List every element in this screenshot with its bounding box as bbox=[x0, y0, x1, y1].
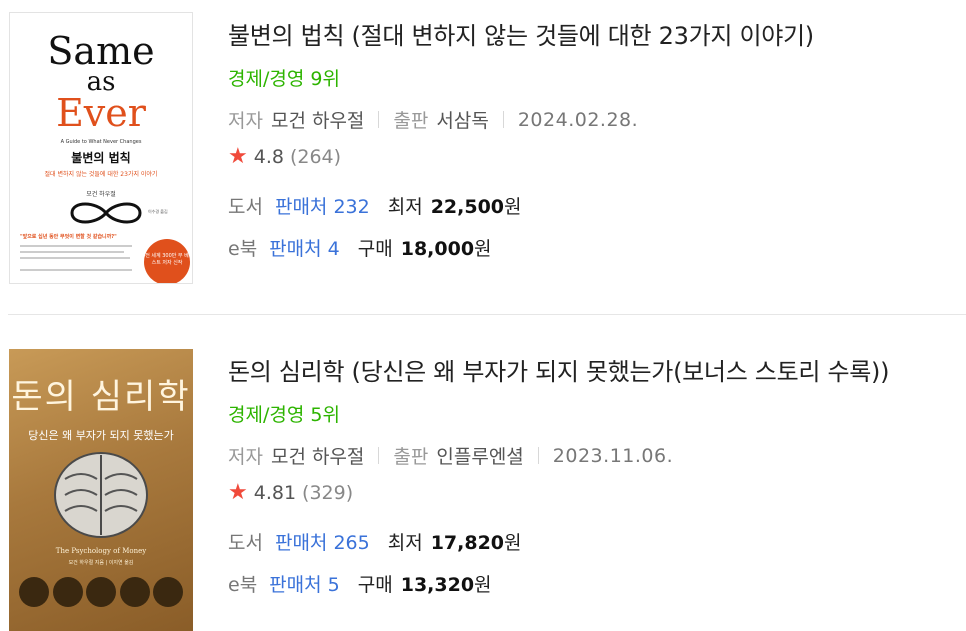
publish-date: 2024.02.28. bbox=[517, 108, 639, 131]
cover-badge: 전 세계 300만 부 베스트 저자 신작 bbox=[144, 239, 190, 283]
price-unit: 원 bbox=[474, 574, 492, 596]
meta-divider bbox=[378, 447, 380, 464]
price-value: 22,500 bbox=[430, 196, 505, 218]
category-rank-link[interactable]: 경제/경영 9위 bbox=[228, 64, 340, 91]
author-label: 저자 bbox=[228, 110, 263, 132]
author-name: 모건 하우절 bbox=[270, 110, 365, 132]
cover-text-block bbox=[20, 269, 132, 271]
star-icon: ★ bbox=[228, 480, 248, 505]
price-value: 18,000 bbox=[400, 238, 475, 260]
price-value: 17,820 bbox=[430, 532, 505, 554]
meta-divider bbox=[502, 111, 504, 128]
meta-divider bbox=[537, 447, 539, 464]
book-meta: 저자 모건 하우절 출판 서삼독 2024.02.28. bbox=[228, 106, 638, 133]
cover-en-title: The Psychology of Money bbox=[55, 547, 147, 555]
cover-ko-subtitle: 당신은 왜 부자가 되지 못했는가 bbox=[28, 429, 174, 442]
price-label: 최저 bbox=[387, 196, 423, 218]
price-label: 구매 bbox=[357, 238, 393, 260]
price-unit: 원 bbox=[504, 196, 522, 218]
cover-ko-title: 불변의 법칙 bbox=[71, 151, 131, 165]
cover-quote: "앞으로 십년 동안 무엇이 변할 것 같습니까?" bbox=[20, 234, 117, 240]
cover-title-line: Ever bbox=[56, 91, 146, 135]
sellers-link[interactable]: 판매처 265 bbox=[275, 528, 370, 555]
publisher-name: 인플루엔셜 bbox=[436, 446, 524, 468]
format-label: e북 bbox=[228, 238, 258, 260]
cover-badge bbox=[19, 577, 49, 607]
rating-score: 4.8 bbox=[253, 145, 284, 168]
cover-text-block bbox=[20, 245, 132, 247]
cover-badges bbox=[19, 577, 183, 607]
publisher-label: 출판 bbox=[393, 446, 429, 468]
print-price-row: 도서 판매처 265 최저 17,820 원 bbox=[228, 528, 522, 555]
star-icon: ★ bbox=[228, 144, 248, 169]
book-cover[interactable]: Same as Ever A Guide to What Never Chang… bbox=[9, 12, 193, 284]
cover-badge bbox=[86, 577, 116, 607]
category-rank-link[interactable]: 경제/경영 5위 bbox=[228, 400, 340, 427]
cover-text-block bbox=[20, 257, 130, 259]
rating: ★ 4.81 (329) bbox=[228, 480, 353, 505]
format-label: 도서 bbox=[228, 196, 263, 218]
price-unit: 원 bbox=[504, 532, 522, 554]
book-title-link[interactable]: 불변의 법칙 (절대 변하지 않는 것들에 대한 23가지 이야기) bbox=[228, 16, 814, 51]
rating: ★ 4.8 (264) bbox=[228, 144, 341, 169]
book-result-list: Same as Ever A Guide to What Never Chang… bbox=[0, 0, 966, 631]
book-cover[interactable]: 돈의 심리학 당신은 왜 부자가 되지 못했는가 The Psychology … bbox=[9, 349, 193, 631]
price-label: 최저 bbox=[387, 532, 423, 554]
meta-divider bbox=[378, 111, 380, 128]
sellers-link[interactable]: 판매처 4 bbox=[269, 234, 340, 261]
format-label: e북 bbox=[228, 574, 258, 596]
cover-badge bbox=[119, 577, 150, 607]
brain-maze-icon bbox=[54, 452, 148, 538]
price-value: 13,320 bbox=[400, 574, 475, 596]
sellers-link[interactable]: 판매처 5 bbox=[269, 570, 340, 597]
book-item: 돈의 심리학 당신은 왜 부자가 되지 못했는가 The Psychology … bbox=[0, 314, 966, 631]
publish-date: 2023.11.06. bbox=[552, 444, 674, 467]
cover-tagline: A Guide to What Never Changes bbox=[60, 139, 142, 145]
cover-author-line: 모건 하우절 지음 | 이지연 옮김 bbox=[68, 560, 134, 566]
publisher-name: 서삼독 bbox=[436, 110, 489, 132]
sellers-link[interactable]: 판매처 232 bbox=[275, 192, 370, 219]
author-name: 모건 하우절 bbox=[270, 446, 365, 468]
infinity-icon bbox=[70, 202, 142, 224]
rating-score: 4.81 bbox=[253, 481, 297, 504]
cover-badge bbox=[153, 577, 183, 607]
book-meta: 저자 모건 하우절 출판 인플루엔셜 2023.11.06. bbox=[228, 442, 673, 469]
cover-badge bbox=[52, 577, 83, 607]
book-item: Same as Ever A Guide to What Never Chang… bbox=[0, 0, 966, 314]
author-label: 저자 bbox=[228, 446, 263, 468]
price-label: 구매 bbox=[357, 574, 393, 596]
book-title-link[interactable]: 돈의 심리학 (당신은 왜 부자가 되지 못했는가(보너스 스토리 수록)) bbox=[228, 352, 889, 387]
review-count: (264) bbox=[289, 145, 342, 168]
price-unit: 원 bbox=[474, 238, 492, 260]
cover-ko-title: 돈의 심리학 bbox=[11, 377, 191, 417]
format-label: 도서 bbox=[228, 532, 263, 554]
publisher-label: 출판 bbox=[393, 110, 429, 132]
print-price-row: 도서 판매처 232 최저 22,500 원 bbox=[228, 192, 522, 219]
cover-text-block bbox=[20, 251, 124, 253]
review-count: (329) bbox=[302, 481, 354, 504]
cover-translator: 이수경 옮김 bbox=[148, 209, 168, 214]
cover-ko-subtitle: 절대 변하지 않는 것들에 대한 23가지 이야기 bbox=[44, 171, 158, 178]
ebook-price-row: e북 판매처 4 구매 18,000 원 bbox=[228, 234, 492, 261]
ebook-price-row: e북 판매처 5 구매 13,320 원 bbox=[228, 570, 492, 597]
cover-ko-author: 모건 하우절 bbox=[86, 191, 116, 198]
